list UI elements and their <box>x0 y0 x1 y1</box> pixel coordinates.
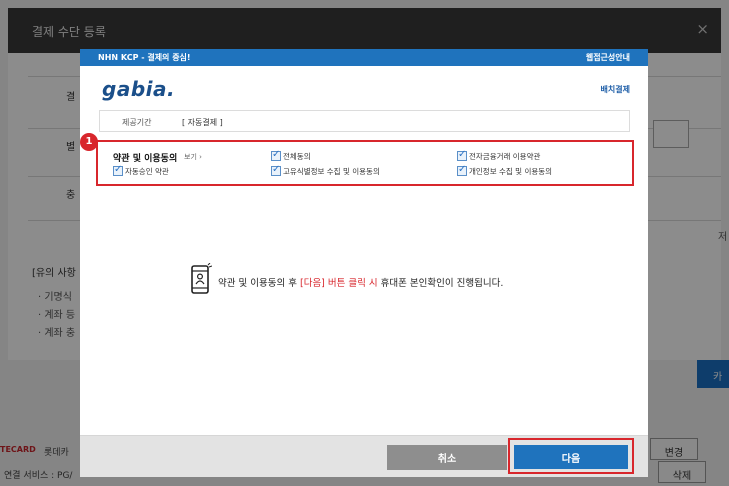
next-button[interactable]: 다음 <box>514 445 628 469</box>
logo-dot: . <box>166 77 176 101</box>
kcp-payment-popup: NHN KCP - 결제의 중심! 웹접근성안내 gabia. 배치결제 제공기… <box>80 49 648 477</box>
checkbox-ecommerce-terms[interactable]: 전자금융거래 이용약관 <box>457 149 541 162</box>
cancel-button[interactable]: 취소 <box>387 445 507 470</box>
next-button-highlight: 다음 <box>508 438 634 474</box>
topbar-title: NHN KCP - 결제의 중심! <box>98 53 191 62</box>
checkbox-autopay-terms[interactable]: 자동승인 약관 <box>113 164 169 177</box>
phone-verification-icon <box>191 263 212 294</box>
message-text: 휴대폰 본인확인이 진행됩니다. <box>377 278 504 289</box>
checkbox-label: 고유식별정보 수집 및 이용동의 <box>283 167 380 176</box>
terms-agreement-box: 약관 및 이용동의 보기 › 전체동의 전자금융거래 이용약관 자동승인 약관 … <box>96 140 634 186</box>
checkbox-checked-icon[interactable] <box>271 149 281 161</box>
checkbox-all-agree[interactable]: 전체동의 <box>271 149 311 162</box>
period-label: 제공기간 <box>122 118 152 127</box>
checkbox-label: 전자금융거래 이용약관 <box>469 152 541 161</box>
button-bar: 취소 다음 <box>80 435 648 477</box>
verification-message: 약관 및 이용동의 후 [다음] 버튼 클릭 시 휴대폰 본인확인이 진행됩니다… <box>218 275 503 289</box>
checkbox-label: 전체동의 <box>283 152 311 161</box>
checkbox-label: 자동승인 약관 <box>125 167 169 176</box>
terms-title: 약관 및 이용동의 <box>113 154 178 164</box>
checkbox-checked-icon[interactable] <box>457 149 467 161</box>
terms-view-link[interactable]: 보기 › <box>184 152 202 162</box>
accessibility-link[interactable]: 웹접근성안내 <box>586 52 630 63</box>
period-row: 제공기간 [ 자동결제 ] <box>99 110 630 132</box>
logo-text: gabia <box>102 77 167 101</box>
step-badge: 1 <box>80 133 98 151</box>
checkbox-checked-icon[interactable] <box>457 164 467 176</box>
batch-payment-label: 배치결제 <box>600 85 630 94</box>
gabia-logo: gabia. <box>102 77 175 101</box>
popup-topbar: NHN KCP - 결제의 중심! 웹접근성안내 <box>80 49 648 66</box>
message-text: 약관 및 이용동의 후 <box>218 278 300 289</box>
checkbox-unique-id-consent[interactable]: 고유식별정보 수집 및 이용동의 <box>271 164 380 177</box>
message-highlight: [다음] 버튼 클릭 시 <box>300 278 378 289</box>
period-value: [ 자동결제 ] <box>182 118 223 127</box>
checkbox-checked-icon[interactable] <box>113 164 123 176</box>
checkbox-label: 개인정보 수집 및 이용동의 <box>469 167 553 176</box>
checkbox-privacy-consent[interactable]: 개인정보 수집 및 이용동의 <box>457 164 553 177</box>
checkbox-checked-icon[interactable] <box>271 164 281 176</box>
